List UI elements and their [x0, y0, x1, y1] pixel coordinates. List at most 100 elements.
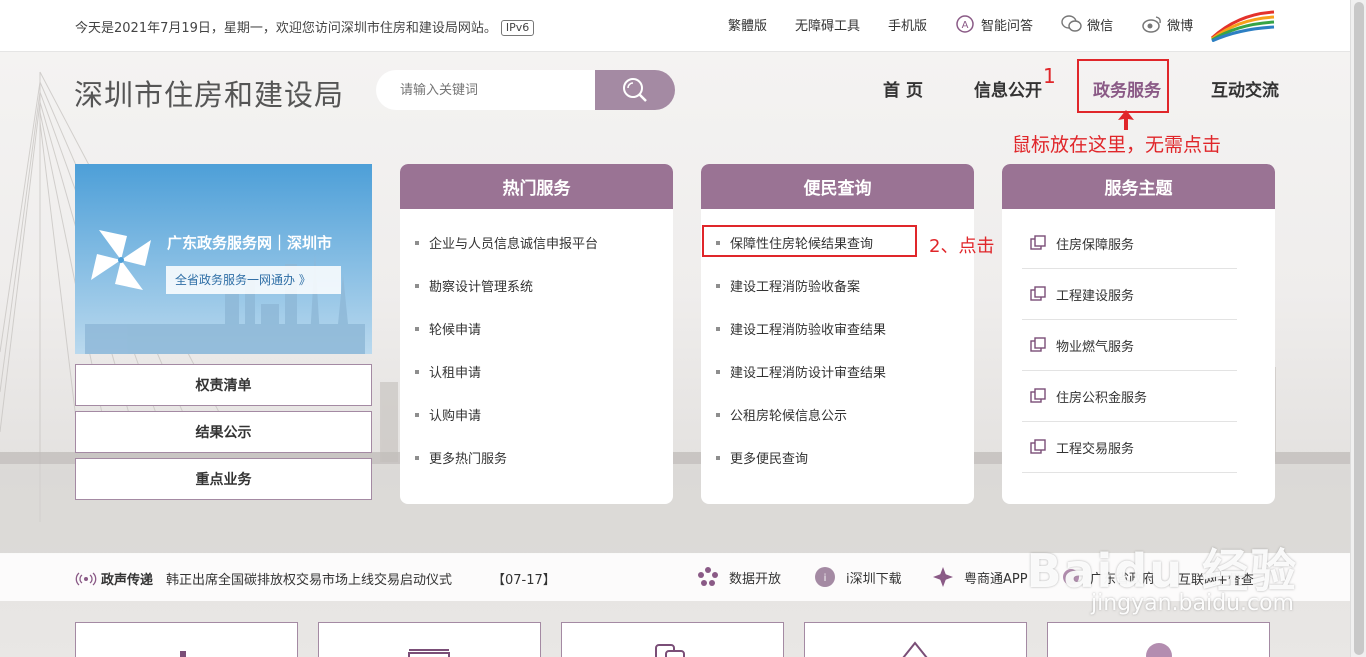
- list-item[interactable]: 认租申请: [415, 350, 673, 393]
- list-item[interactable]: 轮候申请: [415, 307, 673, 350]
- mobile-link[interactable]: 手机版: [888, 15, 927, 34]
- news-headline-link[interactable]: 韩正出席全国碳排放权交易市场上线交易启动仪式: [166, 569, 452, 588]
- yueshangtong-link[interactable]: 粤商通APP: [932, 566, 1028, 588]
- link-label: 智能问答: [981, 18, 1034, 34]
- ishenzhen-icon: i: [814, 566, 836, 588]
- annotation-step1-number: 1: [1043, 64, 1056, 88]
- copy-icon: [1030, 388, 1046, 404]
- list-item[interactable]: 勘察设计管理系统: [415, 264, 673, 307]
- search-button[interactable]: [595, 70, 675, 110]
- link-label: i深圳下载: [846, 571, 902, 587]
- list-item[interactable]: 公租房轮候信息公示: [716, 393, 974, 436]
- copy-icon: [1030, 439, 1046, 455]
- list-item-label: 建设工程消防验收审查结果: [730, 323, 887, 338]
- date-welcome: 今天是2021年7月19日，星期一，欢迎您访问深圳市住房和建设局网站。 IPv6: [75, 17, 535, 36]
- nav-info-disclosure[interactable]: 信息公开: [974, 76, 1042, 101]
- annotation-arrow-icon: [1118, 110, 1134, 130]
- date-text: 今天是2021年7月19日，星期一，欢迎您访问深圳市住房和建设局网站。: [75, 21, 497, 36]
- list-item-label: 认租申请: [429, 366, 482, 381]
- search-input[interactable]: [376, 70, 598, 110]
- traditional-chinese-link[interactable]: 繁體版: [728, 15, 767, 34]
- smart-qa-link[interactable]: A 智能问答: [955, 14, 1033, 34]
- result-publicity-button[interactable]: 结果公示: [75, 411, 372, 453]
- bottom-tile[interactable]: [561, 622, 784, 657]
- list-item[interactable]: 工程交易服务: [1022, 422, 1237, 473]
- baidu-watermark-url: jingyan.baidu.com: [1090, 591, 1294, 616]
- list-item[interactable]: 更多热门服务: [415, 436, 673, 479]
- list-item[interactable]: 企业与人员信息诚信申报平台: [415, 221, 673, 264]
- svg-text:A: A: [962, 20, 969, 31]
- svg-text:i: i: [824, 573, 827, 584]
- bottom-tile[interactable]: [1047, 622, 1270, 657]
- list-item[interactable]: 物业燃气服务: [1022, 320, 1237, 371]
- list-item[interactable]: 住房公积金服务: [1022, 371, 1237, 422]
- list-item-label: 勘察设计管理系统: [429, 280, 534, 295]
- list-item-label: 认购申请: [429, 409, 482, 424]
- list-item[interactable]: 工程建设服务: [1022, 269, 1237, 320]
- top-bar: 今天是2021年7月19日，星期一，欢迎您访问深圳市住房和建设局网站。 IPv6 …: [0, 0, 1366, 52]
- weibo-icon: [1141, 14, 1161, 34]
- tile-icon: [408, 649, 450, 657]
- bullet-icon: [415, 412, 419, 417]
- nav-government-services[interactable]: 政务服务: [1093, 76, 1161, 101]
- banner-title: 广东政务服务网｜深圳市: [167, 234, 333, 252]
- list-item-label: 工程建设服务: [1056, 288, 1135, 304]
- hot-services-title: 热门服务: [400, 164, 673, 209]
- scrollbar[interactable]: [1350, 0, 1366, 657]
- list-item[interactable]: 住房保障服务: [1022, 218, 1237, 269]
- link-label: 手机版: [888, 18, 928, 34]
- link-label: 微博: [1167, 18, 1194, 34]
- nav-home[interactable]: 首页: [883, 76, 929, 101]
- wechat-link[interactable]: 微信: [1061, 14, 1113, 34]
- tile-icon: [902, 641, 928, 657]
- copy-icon: [1030, 235, 1046, 251]
- list-item-label: 住房保障服务: [1056, 237, 1135, 253]
- tile-icon: [655, 644, 685, 657]
- annotation-step2-text: 2、点击: [929, 236, 995, 257]
- list-item-label: 公租房轮候信息公示: [730, 409, 848, 424]
- accessibility-link[interactable]: 无障碍工具: [795, 15, 860, 34]
- search-icon: [623, 78, 647, 102]
- robot-icon: A: [955, 14, 975, 34]
- bottom-tile[interactable]: [318, 622, 541, 657]
- service-themes-title: 服务主题: [1002, 164, 1275, 209]
- citizen-query-card: 便民查询 保障性住房轮候结果查询 建设工程消防验收备案 建设工程消防验收审查结果…: [701, 164, 974, 504]
- bottom-tile[interactable]: [75, 622, 298, 657]
- site-title: 深圳市住房和建设局: [74, 78, 345, 112]
- bottom-tile[interactable]: [804, 622, 1027, 657]
- list-item-label: 企业与人员信息诚信申报平台: [429, 237, 599, 252]
- list-item[interactable]: 更多便民查询: [716, 436, 974, 479]
- list-item[interactable]: 建设工程消防设计审查结果: [716, 350, 974, 393]
- bullet-icon: [716, 412, 720, 417]
- bullet-icon: [716, 326, 720, 331]
- list-item-label: 物业燃气服务: [1056, 339, 1135, 355]
- wechat-icon: [1061, 14, 1082, 34]
- list-item-label: 建设工程消防设计审查结果: [730, 366, 887, 381]
- ishenzhen-download-link[interactable]: i i深圳下载: [814, 566, 902, 588]
- bullet-icon: [716, 283, 720, 288]
- list-item[interactable]: 建设工程消防验收备案: [716, 264, 974, 307]
- list-item[interactable]: 建设工程消防验收审查结果: [716, 307, 974, 350]
- nav-interaction[interactable]: 互动交流: [1211, 76, 1279, 101]
- scrollbar-thumb[interactable]: [1354, 2, 1364, 655]
- tile-icon: [1146, 643, 1172, 657]
- gd-gov-service-banner[interactable]: 广东政务服务网｜深圳市 全省政务服务一网通办 》: [75, 164, 372, 354]
- link-label: 数据开放: [729, 571, 782, 587]
- key-business-button[interactable]: 重点业务: [75, 458, 372, 500]
- open-data-link[interactable]: 数据开放: [697, 566, 781, 588]
- power-list-button[interactable]: 权责清单: [75, 364, 372, 406]
- weibo-link[interactable]: 微博: [1141, 14, 1193, 34]
- search-bar: [376, 70, 675, 110]
- list-item-label: 轮候申请: [429, 323, 482, 338]
- news-date: 【07-17】: [492, 573, 556, 588]
- news-label: 政声传递: [75, 569, 153, 588]
- list-item-label: 更多便民查询: [730, 452, 809, 467]
- list-item-label: 住房公积金服务: [1056, 390, 1148, 406]
- broadcast-icon: [75, 572, 97, 586]
- list-item-label: 建设工程消防验收备案: [730, 280, 861, 295]
- list-item-label: 更多热门服务: [429, 452, 508, 467]
- ipv6-badge: IPv6: [500, 20, 535, 36]
- news-label-text: 政声传递: [101, 573, 154, 588]
- list-item[interactable]: 认购申请: [415, 393, 673, 436]
- list-item-label: 工程交易服务: [1056, 441, 1135, 457]
